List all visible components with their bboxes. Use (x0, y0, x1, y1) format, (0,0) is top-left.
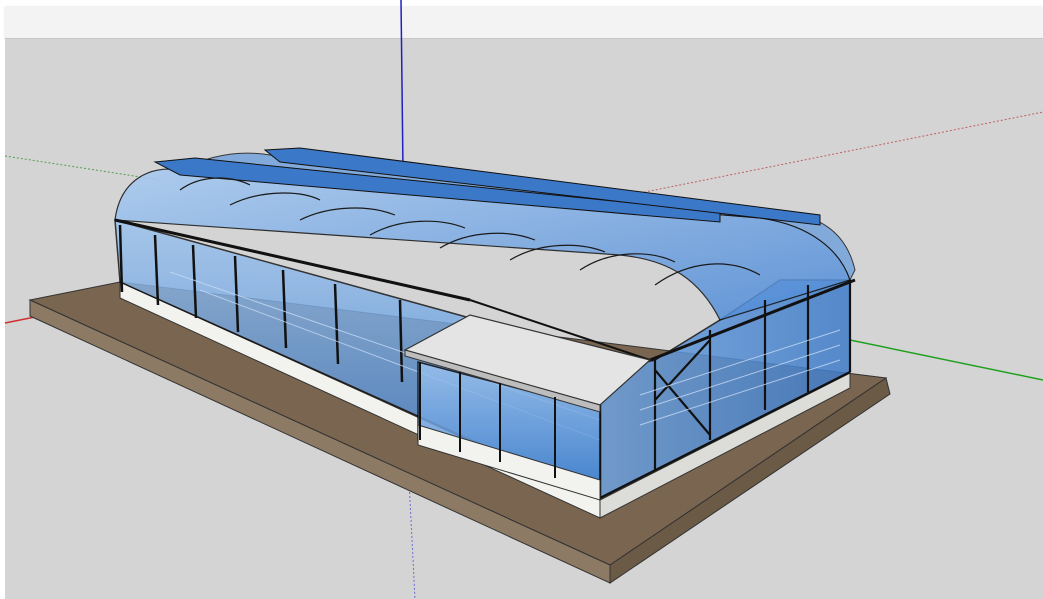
green-axis-solid (849, 339, 1043, 381)
model-canvas[interactable] (0, 0, 1043, 599)
green-axis-dotted (4, 155, 161, 181)
blue-axis-down-dotted (408, 479, 416, 599)
red-axis-dotted (639, 111, 1043, 194)
3d-viewport[interactable] (4, 0, 1043, 599)
blue-axis-up (400, 0, 404, 171)
